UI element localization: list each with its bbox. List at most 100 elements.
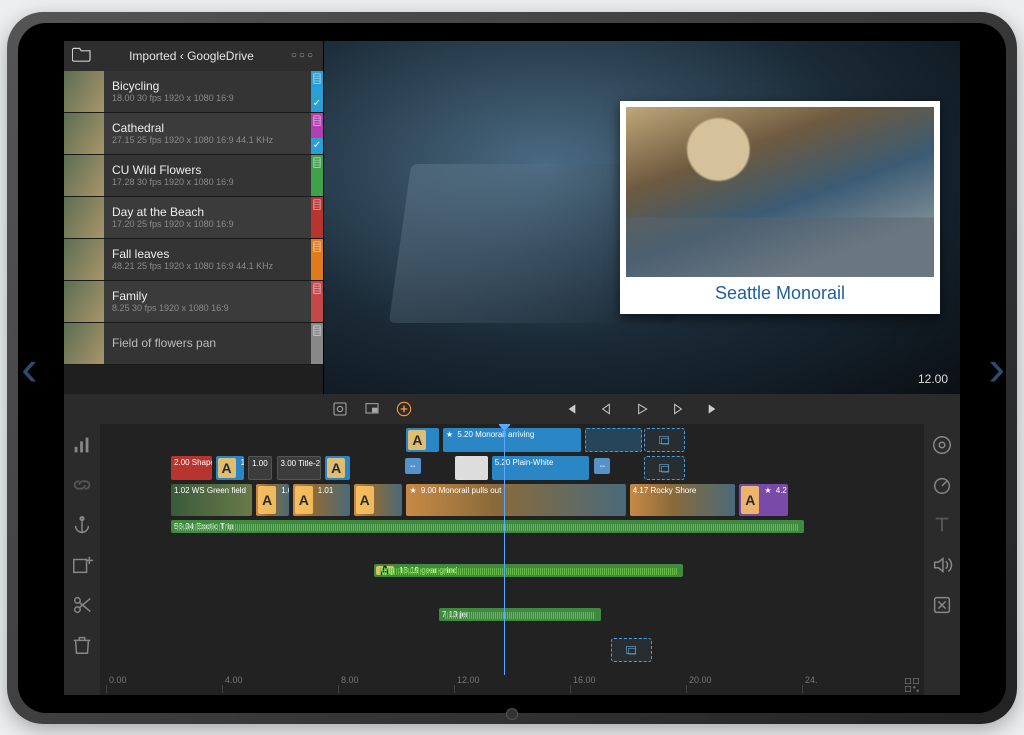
ruler-tick: 16.00: [570, 685, 686, 693]
volume-icon[interactable]: [931, 554, 953, 576]
library-more-icon[interactable]: ○○○: [291, 50, 315, 61]
clip[interactable]: A1.00: [325, 456, 349, 480]
transition-handle[interactable]: ⇔: [594, 458, 610, 474]
clip-title: CU Wild Flowers: [112, 163, 303, 177]
clip-title: Day at the Beach: [112, 205, 303, 219]
clip[interactable]: A★ 4.2: [739, 484, 788, 516]
clip-title: Field of flowers pan: [112, 336, 303, 350]
clip[interactable]: A18.19 gear grind: [374, 564, 683, 577]
app-screen: Imported ‹ GoogleDrive ○○○ Bicycling18.0…: [64, 41, 960, 695]
clip[interactable]: 5.20 Plain-White: [492, 456, 589, 480]
clip-title: Fall leaves: [112, 247, 303, 261]
ruler-tick: 0.00: [106, 685, 222, 693]
clip-meta: 8.25 30 fps 1920 x 1080 16:9: [112, 303, 303, 313]
speed-icon[interactable]: [931, 474, 953, 496]
clip[interactable]: 3.00 Title-2: [277, 456, 322, 480]
clip-thumbnail: [64, 281, 104, 322]
clip-meta: 18.00 30 fps 1920 x 1080 16:9: [112, 93, 303, 103]
clip-thumbnail: [64, 113, 104, 154]
library-item[interactable]: Bicycling18.00 30 fps 1920 x 1080 16:9 ✓: [64, 71, 323, 113]
clip[interactable]: A: [354, 484, 403, 516]
clip-meta: 17.20 25 fps 1920 x 1080 16:9: [112, 219, 303, 229]
step-forward-button[interactable]: [670, 401, 686, 417]
library-item[interactable]: Day at the Beach17.20 25 fps 1920 x 1080…: [64, 197, 323, 239]
clip-tag[interactable]: ✓: [311, 71, 323, 112]
clip-tag[interactable]: [311, 281, 323, 322]
overlay-toggle-icon[interactable]: [364, 401, 380, 417]
clip[interactable]: 1.00: [248, 456, 272, 480]
ruler-tick: 8.00: [338, 685, 454, 693]
clip-tag[interactable]: [311, 155, 323, 196]
folder-icon[interactable]: [72, 46, 92, 65]
clip[interactable]: ★ 9.00 Monorail pulls out: [406, 484, 625, 516]
levels-icon[interactable]: [71, 434, 93, 456]
qr-icon[interactable]: [904, 677, 920, 693]
clip-thumbnail: [64, 155, 104, 196]
anchor-icon[interactable]: [71, 514, 93, 536]
clip[interactable]: 1.02 WS Green field: [171, 484, 252, 516]
library-item[interactable]: CU Wild Flowers17.28 30 fps 1920 x 1080 …: [64, 155, 323, 197]
disc-icon[interactable]: [931, 434, 953, 456]
transport-bar: [64, 394, 960, 424]
clip[interactable]: [585, 428, 642, 452]
home-button[interactable]: [506, 708, 518, 720]
clip-meta: 17.28 30 fps 1920 x 1080 16:9: [112, 177, 303, 187]
overlay-caption: Seattle Monorail: [626, 277, 934, 304]
ruler-tick: 24.: [802, 685, 918, 693]
clip[interactable]: 2.00 Shapes-M: [171, 456, 212, 480]
fx-slot[interactable]: [644, 456, 685, 480]
timeline-tools-right: [924, 424, 960, 695]
viewer-settings-icon[interactable]: [332, 401, 348, 417]
library-item[interactable]: Fall leaves48.21 25 fps 1920 x 1080 16:9…: [64, 239, 323, 281]
playhead[interactable]: [504, 424, 505, 675]
clip-thumbnail: [64, 71, 104, 112]
clip-title: Cathedral: [112, 121, 303, 135]
device-nav-prev[interactable]: ‹: [21, 339, 38, 397]
clip[interactable]: A: [406, 428, 438, 452]
library-item[interactable]: Family8.25 30 fps 1920 x 1080 16:9: [64, 281, 323, 323]
clip[interactable]: A1.01: [256, 484, 288, 516]
library-item[interactable]: Cathedral27.15 25 fps 1920 x 1080 16:9 4…: [64, 113, 323, 155]
goto-end-button[interactable]: [706, 401, 722, 417]
goto-start-button[interactable]: [562, 401, 578, 417]
clip[interactable]: 56.04 Exotic Trip: [171, 520, 804, 533]
link-icon[interactable]: [71, 474, 93, 496]
transition-handle[interactable]: ⇔: [405, 458, 421, 474]
clip[interactable]: 7.13 jer: [439, 608, 601, 621]
time-ruler[interactable]: 0.004.008.0012.0016.0020.0024.: [106, 677, 918, 693]
ruler-tick: 4.00: [222, 685, 338, 693]
fx-slot[interactable]: [611, 638, 652, 662]
timeline[interactable]: A★ 5.20 Monorail arriving2.00 Shapes-MA1…: [100, 424, 924, 695]
timeline-tools-left: [64, 424, 100, 695]
clip[interactable]: [455, 456, 487, 480]
clip-meta: 48.21 25 fps 1920 x 1080 16:9 44.1 KHz: [112, 261, 303, 271]
clip-tag[interactable]: [311, 323, 323, 364]
clip[interactable]: A1.01: [293, 484, 350, 516]
device-nav-next[interactable]: ›: [988, 339, 1005, 397]
clip-tag[interactable]: [311, 197, 323, 238]
fx-slot[interactable]: [644, 428, 685, 452]
add-track-icon[interactable]: [71, 554, 93, 576]
clip-tag[interactable]: [311, 239, 323, 280]
clip-tag[interactable]: ✓: [311, 113, 323, 154]
clip[interactable]: ★ 5.20 Monorail arriving: [443, 428, 581, 452]
preview-viewport[interactable]: Seattle Monorail 12.00: [324, 41, 960, 394]
fx-icon[interactable]: [931, 594, 953, 616]
library-item[interactable]: Field of flowers pan: [64, 323, 323, 365]
cut-icon[interactable]: [71, 594, 93, 616]
overlay-image: [626, 107, 934, 277]
preview-overlay-card: Seattle Monorail: [620, 101, 940, 314]
step-back-button[interactable]: [598, 401, 614, 417]
media-library: Imported ‹ GoogleDrive ○○○ Bicycling18.0…: [64, 41, 324, 394]
trash-icon[interactable]: [71, 634, 93, 656]
insert-clip-button[interactable]: [396, 401, 412, 417]
text-icon[interactable]: [931, 514, 953, 536]
clip-thumbnail: [64, 197, 104, 238]
ruler-tick: 20.00: [686, 685, 802, 693]
play-button[interactable]: [634, 401, 650, 417]
clip-title: Family: [112, 289, 303, 303]
clip[interactable]: A1.00: [216, 456, 244, 480]
clip[interactable]: 4.17 Rocky Shore: [630, 484, 736, 516]
library-breadcrumb[interactable]: Imported ‹ GoogleDrive: [102, 49, 281, 63]
clip-title: Bicycling: [112, 79, 303, 93]
